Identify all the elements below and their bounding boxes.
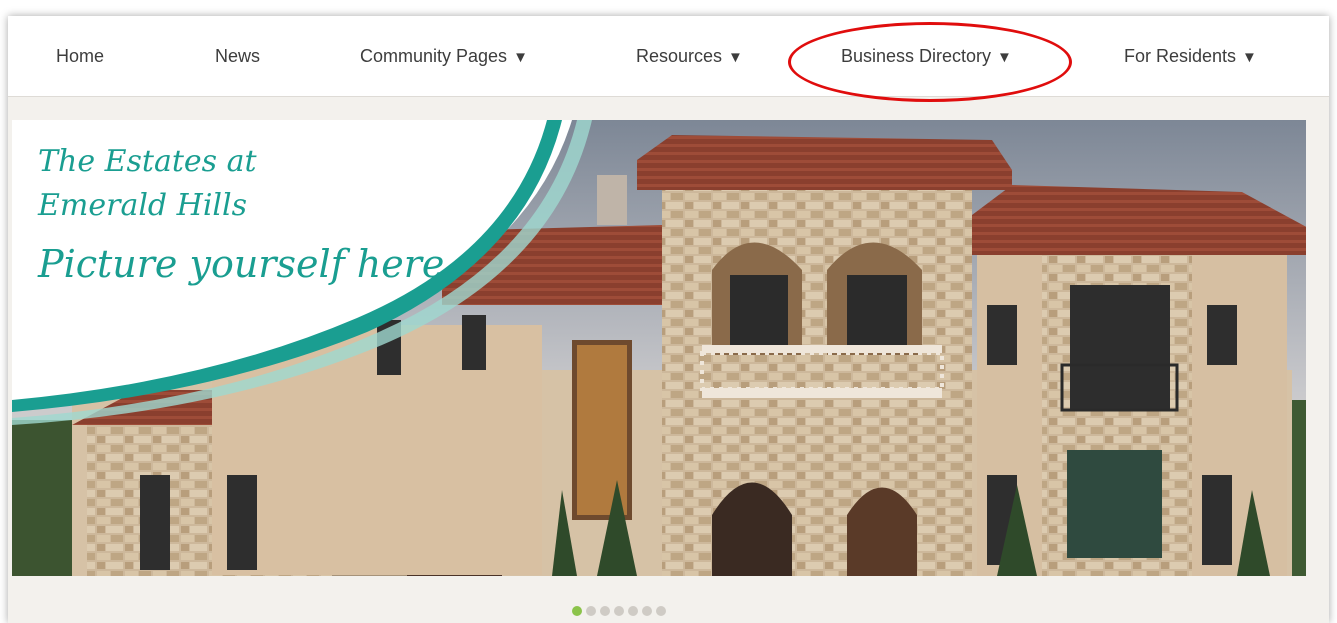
- nav-item-label: Community Pages: [360, 46, 508, 66]
- nav-item-business-directory[interactable]: Business Directory ▼: [841, 46, 1012, 67]
- carousel-dot[interactable]: [586, 606, 596, 616]
- carousel-dot[interactable]: [600, 606, 610, 616]
- nav-item-home[interactable]: Home: [56, 46, 104, 67]
- carousel-dot[interactable]: [614, 606, 624, 616]
- nav-item-label: News: [215, 46, 261, 66]
- carousel-dot[interactable]: [628, 606, 638, 616]
- dropdown-caret-icon: ▼: [728, 49, 743, 66]
- dropdown-caret-icon: ▼: [997, 49, 1012, 66]
- nav-item-news[interactable]: News: [215, 46, 260, 67]
- dropdown-caret-icon: ▼: [513, 49, 528, 66]
- carousel-dot[interactable]: [656, 606, 666, 616]
- page-frame: Home News Community Pages ▼ Resources ▼ Bu…: [8, 16, 1329, 623]
- hero-banner[interactable]: The Estates at Emerald Hills Picture you…: [12, 120, 1306, 576]
- nav-item-label: For Residents: [1124, 46, 1237, 66]
- hero-title-line1: The Estates at: [38, 144, 257, 179]
- dropdown-caret-icon: ▼: [1242, 49, 1257, 66]
- nav-item-resources[interactable]: Resources ▼: [636, 46, 743, 67]
- nav-item-label: Resources: [636, 46, 723, 66]
- nav-item-for-residents[interactable]: For Residents ▼: [1124, 46, 1257, 67]
- nav-item-label: Business Directory: [841, 46, 992, 66]
- carousel-dot[interactable]: [572, 606, 582, 616]
- main-nav: Home News Community Pages ▼ Resources ▼ Bu…: [8, 16, 1329, 97]
- hero-title-line2: Emerald Hills: [38, 188, 248, 223]
- carousel-indicators: [572, 606, 666, 618]
- nav-item-label: Home: [56, 46, 105, 66]
- carousel-dot[interactable]: [642, 606, 652, 616]
- nav-item-community-pages[interactable]: Community Pages ▼: [360, 46, 528, 67]
- hero-tagline: Picture yourself here: [38, 242, 445, 286]
